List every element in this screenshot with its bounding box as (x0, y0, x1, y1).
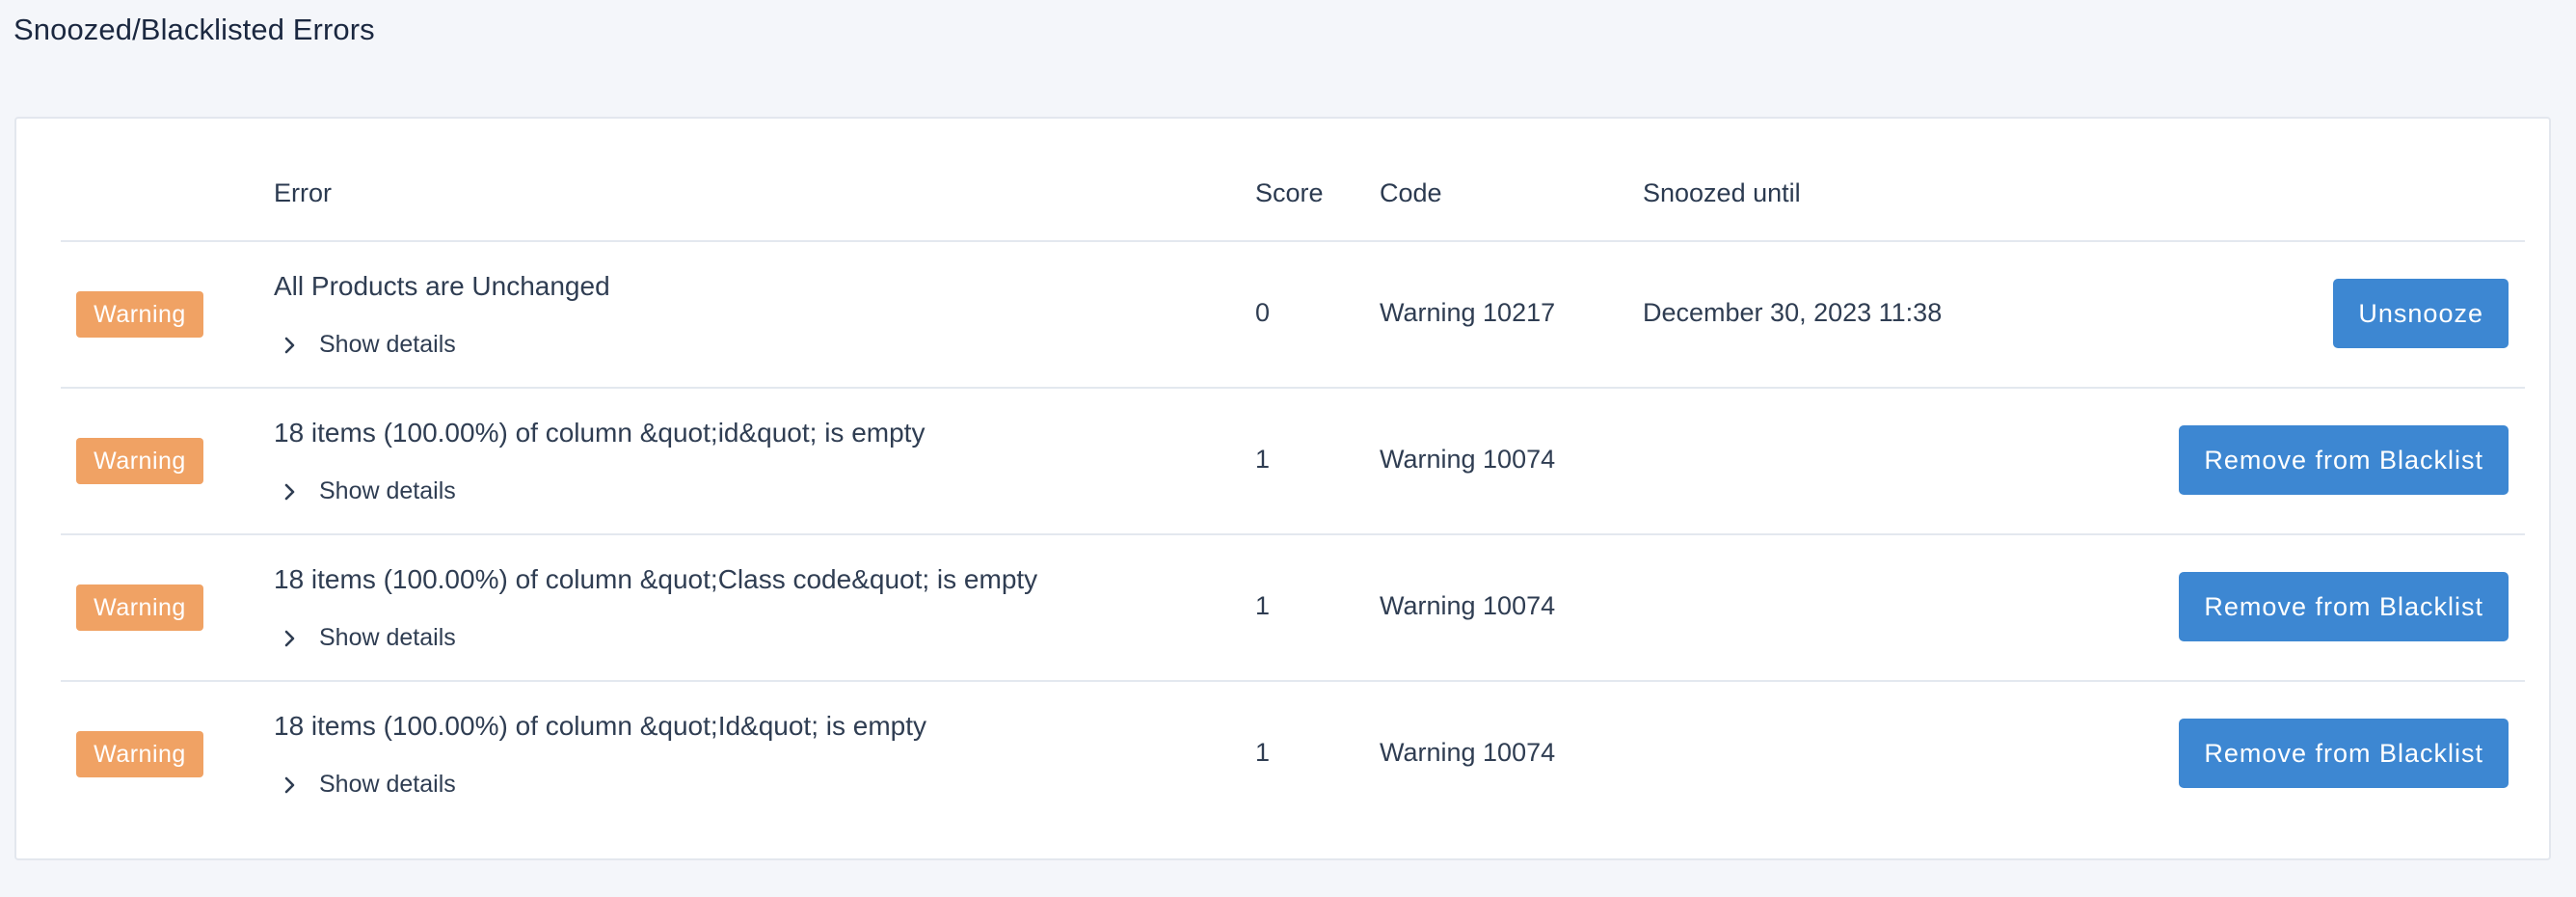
show-details-label: Show details (319, 331, 456, 358)
remove-from-blacklist-button[interactable]: Remove from Blacklist (2179, 572, 2509, 641)
column-header-snoozed-until: Snoozed until (1643, 178, 1801, 207)
severity-badge: Warning (76, 584, 203, 631)
snoozed-until-value: December 30, 2023 11:38 (1643, 298, 1943, 327)
table-row: Warning All Products are Unchanged Show … (61, 242, 2525, 389)
error-message: 18 items (100.00%) of column &quot;Id&qu… (274, 711, 927, 741)
code-value: Warning 10074 (1380, 445, 1556, 474)
page-title: Snoozed/Blacklisted Errors (13, 13, 375, 46)
code-value: Warning 10217 (1380, 298, 1556, 327)
remove-from-blacklist-button[interactable]: Remove from Blacklist (2179, 425, 2509, 495)
error-message: 18 items (100.00%) of column &quot;Class… (274, 564, 1038, 594)
table-row: Warning 18 items (100.00%) of column &qu… (61, 535, 2525, 682)
error-message: All Products are Unchanged (274, 271, 610, 301)
remove-from-blacklist-button[interactable]: Remove from Blacklist (2179, 719, 2509, 788)
show-details-label: Show details (319, 477, 456, 504)
severity-badge: Warning (76, 438, 203, 484)
errors-card: Error Score Code Snoozed until Warning A… (14, 117, 2551, 860)
score-value: 1 (1255, 591, 1271, 620)
chevron-right-icon (284, 337, 295, 353)
score-value: 1 (1255, 738, 1271, 767)
show-details-label: Show details (319, 771, 456, 798)
errors-table: Error Score Code Snoozed until Warning A… (61, 119, 2525, 827)
column-header-error: Error (274, 178, 332, 207)
table-row: Warning 18 items (100.00%) of column &qu… (61, 389, 2525, 535)
unsnooze-button[interactable]: Unsnooze (2333, 279, 2509, 348)
show-details-toggle[interactable]: Show details (282, 331, 456, 359)
score-value: 0 (1255, 298, 1271, 327)
error-message: 18 items (100.00%) of column &quot;id&qu… (274, 418, 926, 448)
severity-badge: Warning (76, 731, 203, 777)
chevron-right-icon (284, 483, 295, 500)
show-details-toggle[interactable]: Show details (282, 771, 456, 799)
severity-badge: Warning (76, 291, 203, 338)
score-value: 1 (1255, 445, 1271, 474)
column-header-score: Score (1255, 178, 1324, 207)
chevron-right-icon (284, 776, 295, 793)
chevron-right-icon (284, 630, 295, 646)
code-value: Warning 10074 (1380, 738, 1556, 767)
show-details-toggle[interactable]: Show details (282, 477, 456, 505)
table-row: Warning 18 items (100.00%) of column &qu… (61, 682, 2525, 827)
code-value: Warning 10074 (1380, 591, 1556, 620)
show-details-label: Show details (319, 624, 456, 651)
show-details-toggle[interactable]: Show details (282, 624, 456, 652)
column-header-code: Code (1380, 178, 1442, 207)
table-header: Error Score Code Snoozed until (61, 119, 2525, 242)
